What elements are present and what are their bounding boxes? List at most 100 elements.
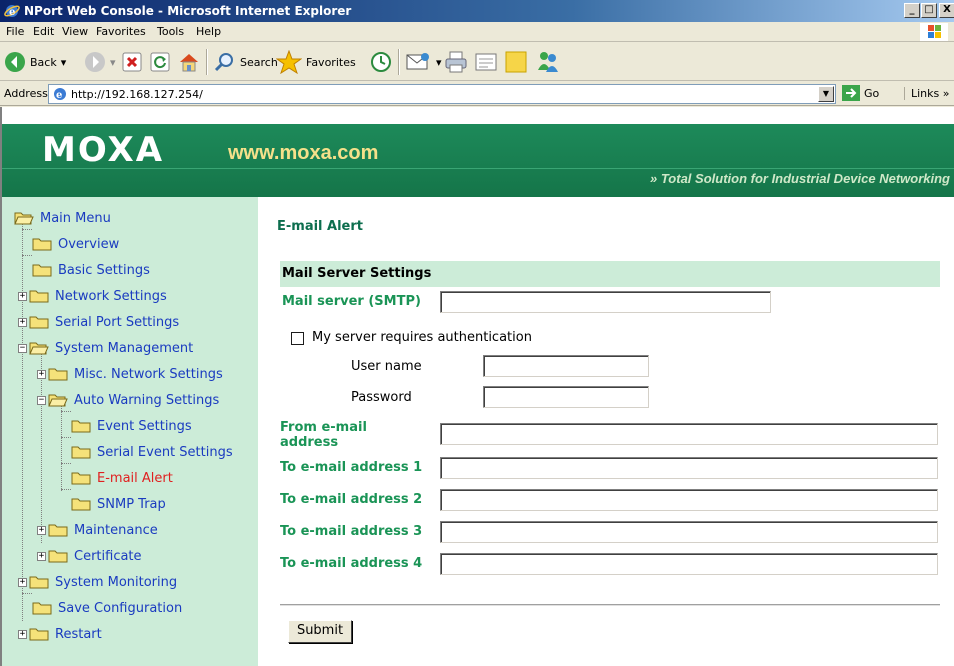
tree-label: System Management <box>55 340 194 356</box>
note-icon <box>505 51 527 73</box>
history-button[interactable] <box>370 47 392 77</box>
tree-item-overview[interactable]: Overview <box>32 233 119 255</box>
to-email-input-1[interactable] <box>440 457 938 479</box>
links-button[interactable]: Links » <box>904 87 949 100</box>
folder-icon <box>29 316 49 329</box>
tree-item-basic-settings[interactable]: Basic Settings <box>32 259 150 281</box>
auth-checkbox[interactable] <box>291 332 304 345</box>
to-email-input-4[interactable] <box>440 553 938 575</box>
page-content: MOXA www.moxa.com » Total Solution for I… <box>0 107 954 666</box>
tree-item-misc-network-settings[interactable]: + Misc. Network Settings <box>37 363 223 385</box>
tree-label: Network Settings <box>55 288 167 304</box>
back-button[interactable]: Back ▾ <box>4 47 66 77</box>
toolbar: Back ▾ ▾ Search Favorites ▾ <box>0 43 954 81</box>
section-header: Mail Server Settings <box>280 261 940 287</box>
favorites-star-icon <box>276 50 302 74</box>
go-label: Go <box>864 86 880 100</box>
menu-file[interactable]: File <box>6 25 24 38</box>
from-email-input[interactable] <box>440 423 938 445</box>
menu-view[interactable]: View <box>62 25 88 38</box>
expand-plus-icon[interactable]: + <box>18 577 27 587</box>
password-label: Password <box>351 390 412 405</box>
favorites-button[interactable]: Favorites <box>276 47 356 77</box>
tree-label: Basic Settings <box>58 262 150 278</box>
expand-plus-icon[interactable]: + <box>37 369 46 379</box>
folder-icon <box>29 290 49 303</box>
address-input[interactable]: e http://192.168.127.254/ ▼ <box>48 84 836 104</box>
tree-item-serial-port-settings[interactable]: + Serial Port Settings <box>18 311 179 333</box>
tree-item-restart[interactable]: + Restart <box>18 623 102 645</box>
collapse-minus-icon[interactable]: − <box>18 343 27 353</box>
refresh-button[interactable] <box>150 47 170 77</box>
menu-tools[interactable]: Tools <box>157 25 184 38</box>
tree-item-event-settings[interactable]: Event Settings <box>71 415 192 437</box>
folder-icon <box>71 472 91 485</box>
history-icon <box>371 52 391 72</box>
to-email-label-4: To e-mail address 4 <box>280 556 423 571</box>
back-label: Back <box>30 55 57 69</box>
internet-explorer-icon: e <box>4 5 20 18</box>
menu-favorites[interactable]: Favorites <box>96 25 146 38</box>
print-button[interactable] <box>444 47 468 77</box>
go-button[interactable]: Go <box>842 85 879 101</box>
close-button[interactable]: X <box>939 3 954 18</box>
home-button[interactable] <box>178 47 200 77</box>
mail-server-input[interactable] <box>440 291 771 313</box>
tree-label: Event Settings <box>97 418 192 434</box>
to-email-label-2: To e-mail address 2 <box>280 492 423 507</box>
tree-label: Restart <box>55 626 102 642</box>
edit-button[interactable] <box>474 47 498 77</box>
banner-divider <box>2 168 954 169</box>
to-email-input-2[interactable] <box>440 489 938 511</box>
to-email-input-3[interactable] <box>440 521 938 543</box>
expand-plus-icon[interactable]: + <box>37 525 46 535</box>
tree-item-snmp-trap[interactable]: SNMP Trap <box>71 493 166 515</box>
folder-icon <box>71 498 91 511</box>
menu-edit[interactable]: Edit <box>33 25 54 38</box>
maximize-button[interactable]: □ <box>921 3 937 18</box>
address-dropdown-button[interactable]: ▼ <box>818 86 834 102</box>
tree-item-email-alert[interactable]: E-mail Alert <box>71 467 173 489</box>
moxa-logo: MOXA <box>42 130 165 170</box>
tree-item-system-management[interactable]: − System Management <box>18 337 193 359</box>
to-email-label-1: To e-mail address 1 <box>280 460 423 475</box>
tree-item-certificate[interactable]: + Certificate <box>37 545 142 567</box>
moxa-website-link[interactable]: www.moxa.com <box>228 142 378 165</box>
search-button[interactable]: Search <box>214 47 278 77</box>
tree-connector <box>22 255 32 256</box>
search-icon <box>214 53 233 72</box>
tree-item-save-configuration[interactable]: Save Configuration <box>32 597 182 619</box>
expand-plus-icon[interactable]: + <box>18 317 27 327</box>
stop-button[interactable] <box>122 47 142 77</box>
tree-item-auto-warning-settings[interactable]: − Auto Warning Settings <box>37 389 219 411</box>
forward-button[interactable]: ▾ <box>84 47 116 77</box>
messenger-button[interactable] <box>536 47 560 77</box>
password-input[interactable] <box>483 386 649 408</box>
discuss-button[interactable] <box>504 47 528 77</box>
expand-plus-icon[interactable]: + <box>37 551 46 561</box>
mail-button[interactable]: ▾ <box>406 47 442 77</box>
mail-server-label: Mail server (SMTP) <box>282 294 421 309</box>
forward-arrow-icon <box>85 52 105 72</box>
tree-item-main-menu[interactable]: Main Menu <box>14 207 111 229</box>
username-input[interactable] <box>483 355 649 377</box>
expand-plus-icon[interactable]: + <box>18 629 27 639</box>
menu-help[interactable]: Help <box>196 25 221 38</box>
minimize-button[interactable]: _ <box>904 3 920 18</box>
messenger-people-icon <box>538 52 558 72</box>
folder-icon <box>71 420 91 433</box>
expand-plus-icon[interactable]: + <box>18 291 27 301</box>
tree-item-network-settings[interactable]: + Network Settings <box>18 285 167 307</box>
from-email-label-line2: address <box>280 435 339 450</box>
tree-item-serial-event-settings[interactable]: Serial Event Settings <box>71 441 233 463</box>
search-label: Search <box>240 55 278 69</box>
to-email-label-3: To e-mail address 3 <box>280 524 423 539</box>
tree-item-system-monitoring[interactable]: + System Monitoring <box>18 571 177 593</box>
from-email-label-line1: From e-mail <box>280 420 367 435</box>
submit-button[interactable]: Submit <box>288 620 352 643</box>
collapse-minus-icon[interactable]: − <box>37 395 46 405</box>
toolbar-separator <box>206 49 208 75</box>
tree-item-maintenance[interactable]: + Maintenance <box>37 519 158 541</box>
address-bar: Address e http://192.168.127.254/ ▼ Go L… <box>0 82 954 106</box>
tree-label: Maintenance <box>74 522 158 538</box>
